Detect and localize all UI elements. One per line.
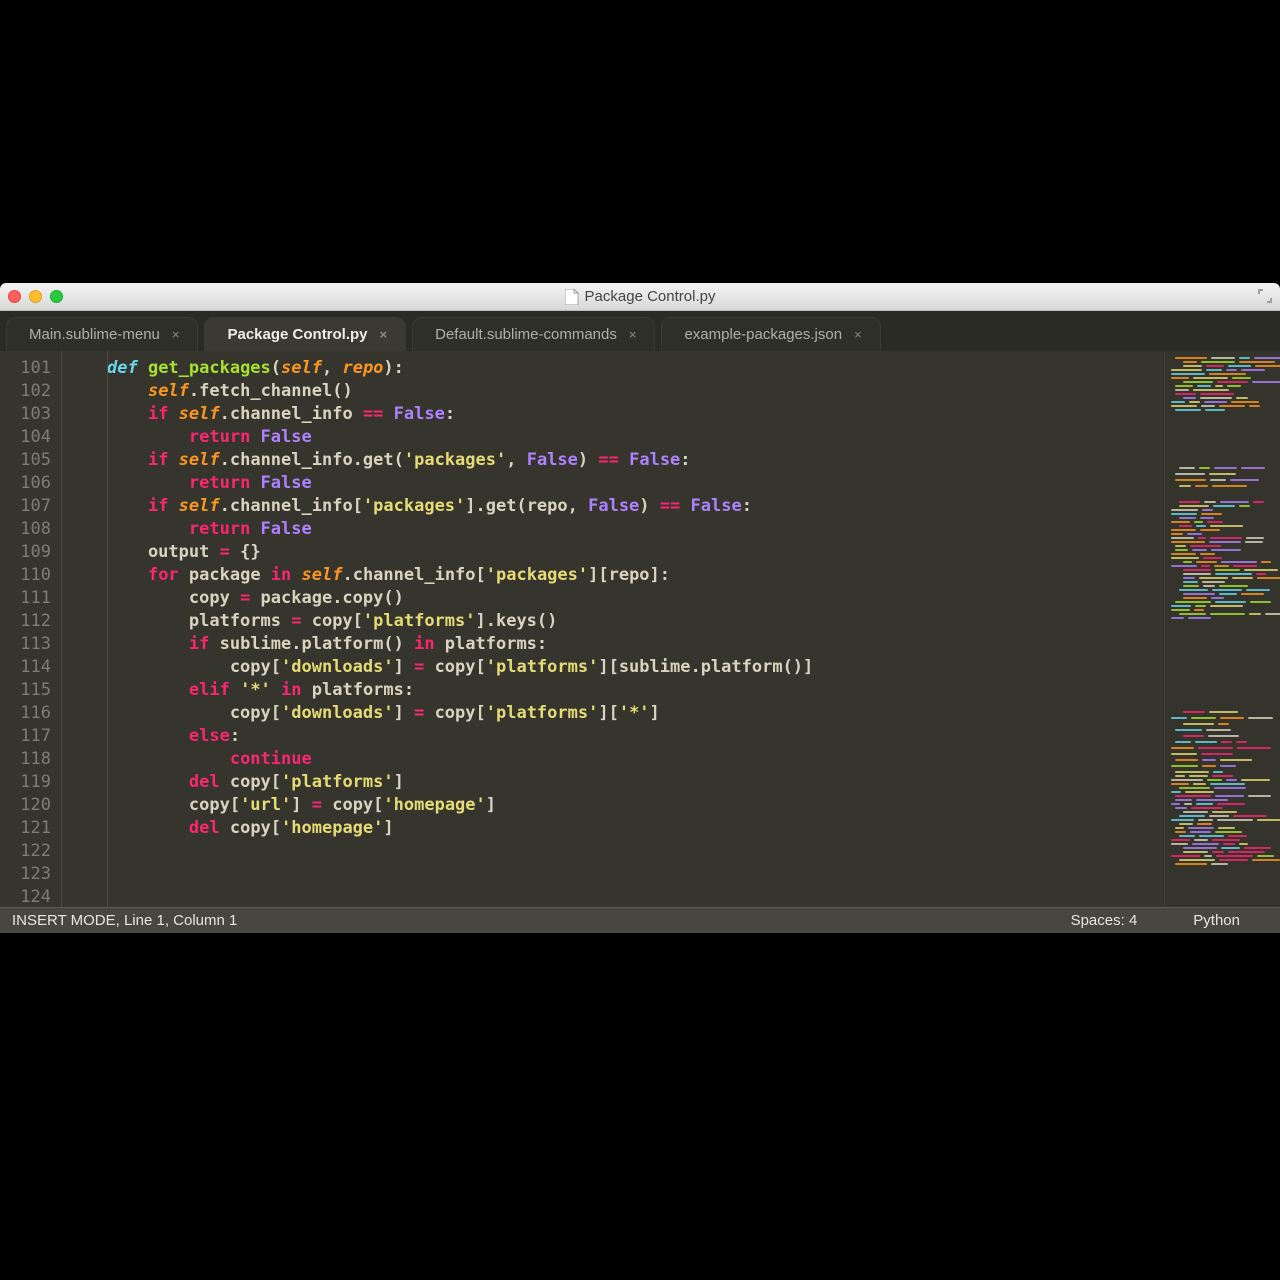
tab-example-packages-json[interactable]: example-packages.json × bbox=[661, 317, 880, 351]
status-mode-position[interactable]: INSERT MODE, Line 1, Column 1 bbox=[12, 912, 237, 929]
tab-label: example-packages.json bbox=[684, 326, 842, 343]
close-icon[interactable]: × bbox=[172, 327, 180, 342]
window-zoom-button[interactable] bbox=[50, 290, 63, 303]
editor-area[interactable]: 1011021031041051061071081091101111121131… bbox=[0, 351, 1280, 907]
status-indent[interactable]: Spaces: 4 bbox=[1043, 912, 1166, 929]
status-language[interactable]: Python bbox=[1165, 912, 1268, 929]
close-icon[interactable]: × bbox=[854, 327, 862, 342]
close-icon[interactable]: × bbox=[380, 327, 388, 342]
indent-guide bbox=[62, 351, 107, 907]
window-minimize-button[interactable] bbox=[29, 290, 42, 303]
close-icon[interactable]: × bbox=[629, 327, 637, 342]
tab-main-sublime-menu[interactable]: Main.sublime-menu × bbox=[6, 317, 198, 351]
tab-label: Package Control.py bbox=[227, 326, 367, 343]
window-title: Package Control.py bbox=[585, 288, 716, 305]
status-bar: INSERT MODE, Line 1, Column 1 Spaces: 4 … bbox=[0, 907, 1280, 933]
expand-icon[interactable] bbox=[1258, 289, 1272, 308]
tab-label: Main.sublime-menu bbox=[29, 326, 160, 343]
tab-label: Default.sublime-commands bbox=[435, 326, 617, 343]
tab-package-control-py[interactable]: Package Control.py × bbox=[204, 317, 406, 351]
line-number-gutter: 1011021031041051061071081091101111121131… bbox=[0, 351, 62, 907]
tab-bar: Main.sublime-menu×Package Control.py×Def… bbox=[0, 311, 1280, 351]
window-titlebar: Package Control.py bbox=[0, 283, 1280, 311]
minimap[interactable] bbox=[1164, 351, 1280, 907]
code-content[interactable]: def get_packages(self, repo): self.fetch… bbox=[107, 351, 1164, 907]
document-icon bbox=[565, 289, 579, 305]
window-close-button[interactable] bbox=[8, 290, 21, 303]
tab-default-sublime-commands[interactable]: Default.sublime-commands × bbox=[412, 317, 655, 351]
